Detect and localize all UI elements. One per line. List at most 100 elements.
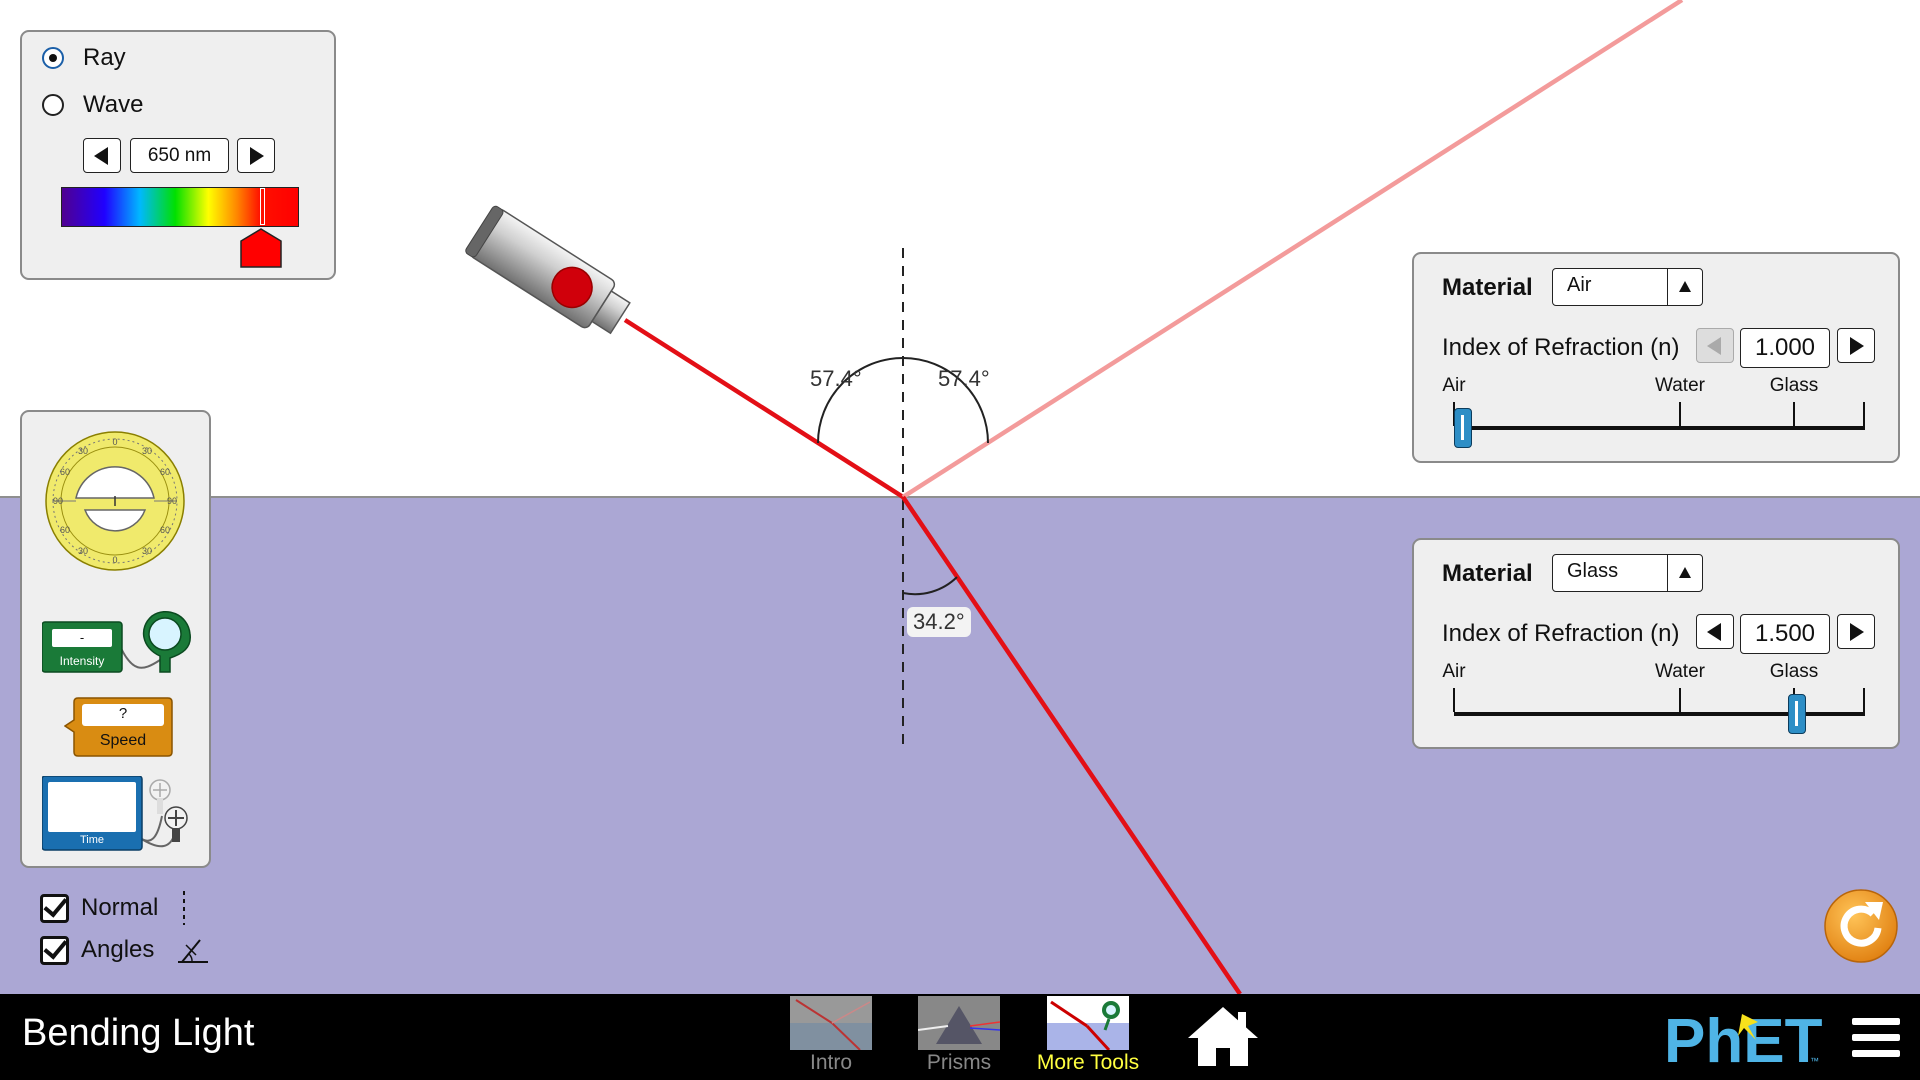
normal-checkbox-label: Normal (81, 894, 159, 921)
top-material-label: Material (1442, 274, 1533, 301)
bottom-slider-tick-mark (1453, 688, 1455, 712)
right-arrow-icon (250, 146, 264, 165)
home-icon[interactable] (1186, 1004, 1260, 1068)
top-ior-increase-button[interactable] (1837, 328, 1875, 363)
protractor-number: 0 (112, 555, 117, 565)
top-slider-tick-mark (1793, 402, 1795, 426)
time-label: Time (79, 834, 105, 846)
protractor-number: 60 (160, 525, 170, 535)
protractor-tool[interactable]: 0 30 60 90 60 30 0 30 60 90 60 30 (44, 430, 186, 572)
top-ior-value: 1.000 (1740, 328, 1830, 368)
screen-label-intro: Intro (809, 1051, 853, 1074)
screen-button-more-tools[interactable]: More Tools (1033, 996, 1143, 1075)
left-arrow-icon (1707, 622, 1721, 641)
top-material-combobox[interactable]: Air (1552, 268, 1703, 306)
intensity-meter-tool[interactable]: - Intensity (42, 610, 192, 674)
light-source-panel: Ray Wave 650 nm (20, 30, 336, 280)
bottom-material-dropdown-button[interactable] (1667, 555, 1702, 591)
screen-label-prisms: Prisms (926, 1051, 992, 1074)
intensity-value: - (79, 630, 85, 645)
bottom-slider-tick-glass: Glass (1769, 661, 1819, 682)
incident-ray (623, 318, 905, 499)
bottom-slider-tick-mark (1863, 688, 1865, 712)
wavelength-spectrum[interactable] (61, 187, 299, 227)
angles-checkbox-label: Angles (81, 936, 155, 963)
top-ior-decrease-button[interactable] (1696, 328, 1734, 363)
protractor-number: 30 (78, 546, 88, 556)
bottom-ior-label: Index of Refraction (n) (1442, 620, 1680, 647)
top-slider-tick-air: Air (1442, 375, 1466, 396)
svg-text:™: ™ (1810, 1056, 1819, 1066)
bottom-slider-tick-mark (1679, 688, 1681, 712)
menu-button[interactable] (1852, 1018, 1900, 1058)
intro-screen-icon (790, 996, 872, 1050)
protractor-number: 30 (78, 446, 88, 456)
top-slider-tick-mark (1679, 402, 1681, 426)
bottom-ior-decrease-button[interactable] (1696, 614, 1734, 649)
ray-radio-option[interactable]: Ray (42, 44, 126, 72)
screen-button-intro[interactable]: Intro (776, 996, 886, 1075)
normal-checkbox[interactable] (40, 893, 69, 923)
wavelength-slider-thumb[interactable] (239, 227, 283, 269)
simulation-stage: 57.4° 57.4° 34.2° Ray Wave 650 nm 0 30 6… (0, 0, 1920, 1080)
up-triangle-icon (1679, 281, 1691, 292)
left-arrow-icon (94, 146, 108, 165)
top-ior-slider-track[interactable] (1454, 426, 1865, 430)
navigation-bar: Bending Light Intro Prisms More Tools Ph… (0, 994, 1920, 1080)
angle-icon (178, 939, 209, 963)
speed-label: Speed (99, 732, 147, 749)
wave-radio-label: Wave (83, 91, 144, 118)
bottom-ior-increase-button[interactable] (1837, 614, 1875, 649)
normal-checkbox-row[interactable]: Normal (40, 891, 190, 925)
top-ior-label: Index of Refraction (n) (1442, 334, 1680, 361)
protractor-number: 90 (167, 496, 177, 506)
wavelength-decrease-button[interactable] (83, 138, 121, 173)
protractor-number: 30 (142, 546, 152, 556)
top-slider-tick-glass: Glass (1769, 375, 1819, 396)
protractor-number: 60 (160, 467, 170, 477)
top-slider-tick-water: Water (1655, 375, 1705, 396)
protractor-number: 60 (60, 525, 70, 535)
bottom-ior-value: 1.500 (1740, 614, 1830, 654)
top-slider-tick-mark (1863, 402, 1865, 426)
protractor-number: 90 (53, 496, 63, 506)
bottom-medium-panel: Material Glass Index of Refraction (n) 1… (1412, 538, 1900, 749)
speed-value: ? (118, 705, 128, 722)
wavelength-marker (259, 188, 265, 225)
speed-tool[interactable]: ? Speed (64, 694, 174, 758)
angles-checkbox[interactable] (40, 935, 69, 965)
wave-radio-button[interactable] (42, 94, 64, 116)
intensity-label: Intensity (59, 654, 105, 668)
bottom-ior-slider-thumb[interactable] (1788, 694, 1807, 734)
up-triangle-icon (1679, 567, 1691, 578)
toolbox-panel: 0 30 60 90 60 30 0 30 60 90 60 30 - Inte… (20, 410, 211, 868)
laser-pointer[interactable] (464, 205, 635, 342)
hamburger-menu-icon (1852, 1018, 1900, 1057)
screen-button-prisms[interactable]: Prisms (904, 996, 1014, 1075)
screen-label-more-tools: More Tools (1036, 1051, 1140, 1074)
top-material-dropdown-button[interactable] (1667, 269, 1702, 305)
ray-radio-label: Ray (83, 44, 126, 71)
reset-all-button[interactable] (1823, 888, 1899, 964)
angles-checkbox-row[interactable]: Angles (40, 935, 210, 965)
refracted-angle-label: 34.2° (907, 607, 971, 637)
bottom-slider-tick-air: Air (1442, 661, 1466, 682)
bottom-material-combobox[interactable]: Glass (1552, 554, 1703, 592)
ray-radio-button[interactable] (42, 47, 64, 69)
time-sensor-tool[interactable]: Time (42, 776, 192, 852)
normal-dashed-line-icon (183, 891, 186, 925)
right-arrow-icon (1850, 622, 1864, 641)
prisms-screen-icon (918, 996, 1000, 1050)
protractor-number: 0 (112, 437, 117, 447)
wavelength-value: 650 nm (130, 138, 229, 173)
left-arrow-icon (1707, 336, 1721, 355)
incident-angle-label: 57.4° (810, 366, 862, 391)
top-ior-slider-thumb[interactable] (1454, 408, 1472, 448)
wavelength-increase-button[interactable] (237, 138, 275, 173)
protractor-number: 30 (142, 446, 152, 456)
top-medium-panel: Material Air Index of Refraction (n) 1.0… (1412, 252, 1900, 463)
right-arrow-icon (1850, 336, 1864, 355)
app-title: Bending Light (22, 1012, 255, 1054)
phet-logo[interactable]: PhET ™ (1664, 1012, 1834, 1068)
wave-radio-option[interactable]: Wave (42, 91, 143, 119)
